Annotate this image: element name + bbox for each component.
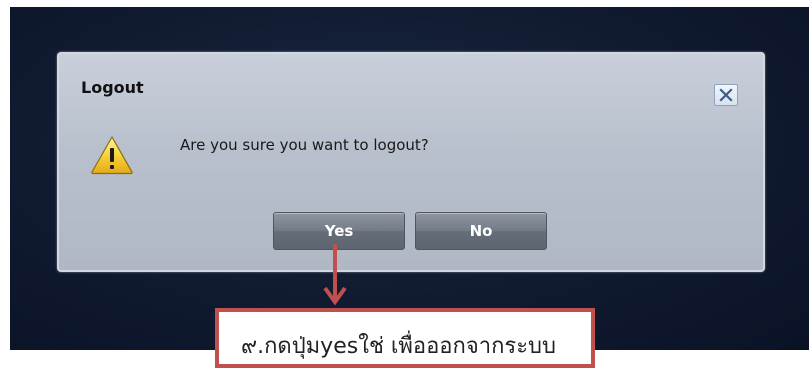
dialog-message: Are you sure you want to logout?	[180, 136, 429, 154]
logout-dialog: Logout Are you sure you want to logout? …	[57, 52, 765, 272]
no-button[interactable]: No	[415, 212, 547, 250]
dialog-title-bar: Logout	[59, 54, 763, 120]
annotation-text: ๙.กดปุ่มyesใช่ เพื่อออกจากระบบ	[241, 334, 556, 359]
warning-icon	[90, 135, 134, 175]
annotation-arrow	[322, 244, 348, 310]
dialog-title: Logout	[81, 78, 144, 97]
close-icon	[719, 88, 733, 102]
annotation-callout: ๙.กดปุ่มyesใช่ เพื่อออกจากระบบ	[215, 308, 595, 368]
close-button[interactable]	[714, 84, 738, 106]
